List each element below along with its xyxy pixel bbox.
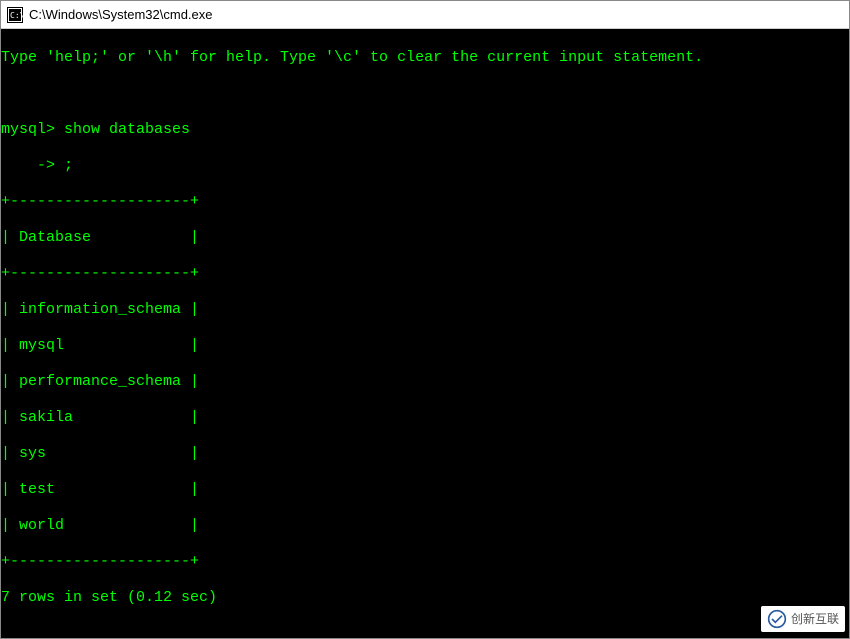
table-row: | world |: [1, 517, 849, 535]
table-row: | information_schema |: [1, 301, 849, 319]
table-border: +--------------------+: [1, 193, 849, 211]
table-row: | sys |: [1, 445, 849, 463]
watermark-text: 创新互联: [791, 610, 839, 628]
table-row: | sakila |: [1, 409, 849, 427]
table-row: | test |: [1, 481, 849, 499]
command-text: show databases: [64, 121, 190, 138]
cmd-window: C:\ C:\Windows\System32\cmd.exe Type 'he…: [0, 0, 850, 639]
result-line: 7 rows in set (0.12 sec): [1, 589, 849, 607]
table-header-row: | Database |: [1, 229, 849, 247]
blank-line: [1, 625, 849, 638]
table-row: | performance_schema |: [1, 373, 849, 391]
table-border: +--------------------+: [1, 265, 849, 283]
blank-line: [1, 85, 849, 103]
prompt-line: mysql> show databases: [1, 121, 849, 139]
cmd-icon: C:\: [7, 7, 23, 23]
help-line: Type 'help;' or '\h' for help. Type '\c'…: [1, 49, 849, 67]
svg-text:C:\: C:\: [10, 11, 23, 20]
terminal-viewport[interactable]: Type 'help;' or '\h' for help. Type '\c'…: [1, 29, 849, 638]
table-row: | mysql |: [1, 337, 849, 355]
cont-line: -> ;: [1, 157, 849, 175]
watermark: 创新互联: [761, 606, 845, 632]
watermark-logo-icon: [767, 609, 787, 629]
window-title: C:\Windows\System32\cmd.exe: [29, 7, 213, 22]
titlebar[interactable]: C:\ C:\Windows\System32\cmd.exe: [1, 1, 849, 29]
table-border: +--------------------+: [1, 553, 849, 571]
